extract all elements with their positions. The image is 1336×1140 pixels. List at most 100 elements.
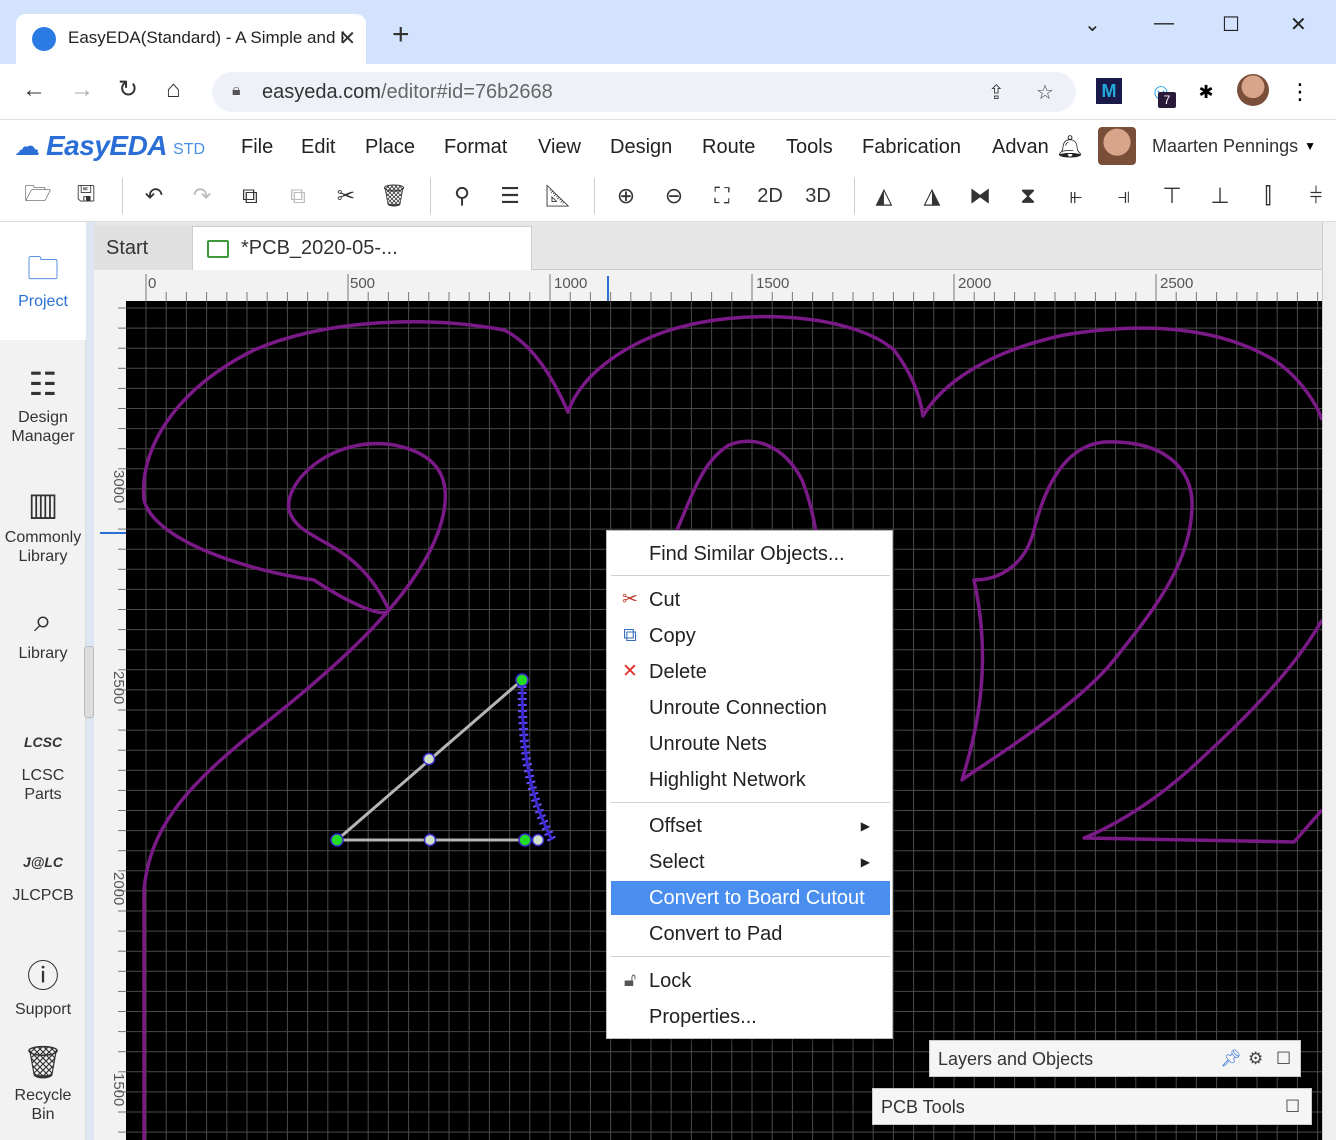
back-icon[interactable]: ← <box>22 78 46 102</box>
menu-item-find-similar[interactable]: Find Similar Objects... <box>611 537 890 571</box>
extension-ghost-icon[interactable]: ☺ 7 <box>1144 78 1178 108</box>
menu-item-cut[interactable]: ✂ Cut <box>611 583 890 617</box>
sidebar-item-project[interactable]: 🗀︎ Project <box>0 222 86 340</box>
view-2d-button[interactable]: 2D <box>752 178 788 214</box>
sidebar-item-design-manager[interactable]: ☷ Design Manager <box>0 364 86 446</box>
search-icon[interactable]: ⚲ <box>444 178 480 214</box>
cut-icon[interactable]: ✂ <box>328 178 364 214</box>
save-icon[interactable]: 🖫︎ <box>68 178 104 214</box>
close-window-icon[interactable]: ✕ <box>1290 12 1307 37</box>
redo-icon[interactable]: ↷ <box>184 178 220 214</box>
share-icon[interactable]: ⇪ <box>988 80 1005 105</box>
bookmark-star-icon[interactable]: ☆ <box>1036 80 1054 105</box>
menu-fabrication[interactable]: Fabrication <box>862 136 961 159</box>
vertex-handle[interactable] <box>518 833 532 847</box>
close-tab-icon[interactable]: ✕ <box>339 26 356 51</box>
align-bottom-icon[interactable]: ⊥ <box>1202 178 1238 214</box>
toolbar-divider <box>594 178 595 214</box>
menu-edit[interactable]: Edit <box>301 136 335 159</box>
flip-horizontal-icon[interactable]: ⧓ <box>962 178 998 214</box>
menu-item-convert-to-pad[interactable]: Convert to Pad <box>611 917 890 951</box>
menu-item-highlight-network[interactable]: Highlight Network <box>611 763 890 797</box>
menu-item-delete[interactable]: ✕ Delete <box>611 655 890 689</box>
new-tab-icon[interactable]: + <box>392 20 410 50</box>
open-folder-icon[interactable]: 🗁︎ <box>20 178 56 214</box>
menu-item-lock[interactable]: 🔓︎ Lock <box>611 964 890 998</box>
menu-item-select[interactable]: Select ▶ <box>611 845 890 879</box>
menu-tools[interactable]: Tools <box>786 136 833 159</box>
align-right-icon[interactable]: ⫣ <box>1106 178 1142 214</box>
fit-screen-icon[interactable]: ⛶ <box>704 178 740 214</box>
zoom-in-icon[interactable]: ⊕ <box>608 178 644 214</box>
forward-icon[interactable]: → <box>70 78 94 102</box>
sidebar-collapse-handle[interactable] <box>84 646 94 718</box>
tab-search-icon[interactable]: ⌄ <box>1084 12 1101 37</box>
vertex-handle[interactable] <box>515 673 529 687</box>
user-menu[interactable]: Maarten Pennings ▼ <box>1098 126 1316 166</box>
sidebar-item-commonly-library[interactable]: ▥ Commonly Library <box>0 484 86 566</box>
bell-icon[interactable]: 🔔︎ <box>1056 134 1084 160</box>
midpoint-handle[interactable] <box>422 752 436 766</box>
delete-icon[interactable]: 🗑︎ <box>376 178 412 214</box>
copy-icon: ⧉ <box>623 625 637 646</box>
zoom-out-icon[interactable]: ⊖ <box>656 178 692 214</box>
view-3d-button[interactable]: 3D <box>800 178 836 214</box>
list-icon: ☷ <box>28 366 58 402</box>
address-bar[interactable]: 🔒︎ easyeda.com/editor#id=76b2668 ⇪ ☆ <box>212 72 1076 112</box>
toolbar-divider <box>430 178 431 214</box>
delete-icon: ✕ <box>622 661 638 682</box>
align-center-vertical-icon[interactable]: ⫿ <box>1250 178 1286 214</box>
menu-item-offset[interactable]: Offset ▶ <box>611 809 890 843</box>
duplicate-icon[interactable]: ⧉ <box>232 178 268 214</box>
sidebar-item-library[interactable]: ⌕ Library <box>0 600 86 663</box>
align-left-icon[interactable]: ⫦ <box>1058 178 1094 214</box>
easyeda-logo[interactable]: ☁ EasyEDA STD <box>14 130 205 162</box>
maximize-panel-icon[interactable]: ☐ <box>1285 1097 1300 1117</box>
flip-vertical-icon[interactable]: ⧗ <box>1010 178 1046 214</box>
midpoint-handle[interactable] <box>531 833 545 847</box>
home-icon[interactable]: ⌂ <box>166 78 181 102</box>
minimize-icon[interactable]: — <box>1154 12 1174 35</box>
sidebar-item-support[interactable]: ⓘ Support <box>0 956 86 1019</box>
maximize-panel-icon[interactable]: ☐ <box>1276 1049 1291 1069</box>
browser-menu-icon[interactable]: ⋮ <box>1288 78 1312 106</box>
tab-pcb[interactable]: *PCB_2020-05-... <box>192 226 532 270</box>
menu-item-convert-to-board-cutout[interactable]: Convert to Board Cutout <box>611 881 890 915</box>
menu-view[interactable]: View <box>538 136 581 159</box>
align-top-icon[interactable]: ⊤ <box>1154 178 1190 214</box>
menu-item-copy[interactable]: ⧉ Copy <box>611 619 890 653</box>
paste-icon[interactable]: ⧉ <box>280 178 316 214</box>
profile-avatar-icon[interactable] <box>1236 74 1270 106</box>
maximize-icon[interactable]: ☐ <box>1222 12 1240 37</box>
pin-icon[interactable]: 📌︎ <box>1220 1049 1242 1069</box>
sidebar-item-lcsc-parts[interactable]: LCSC LCSC Parts <box>0 722 86 804</box>
menu-item-unroute-connection[interactable]: Unroute Connection <box>611 691 890 725</box>
menu-design[interactable]: Design <box>610 136 672 159</box>
sidebar-item-recycle-bin[interactable]: 🗑︎ Recycle Bin <box>0 1042 86 1124</box>
menu-item-properties[interactable]: Properties... <box>611 1000 890 1034</box>
undo-icon[interactable]: ↶ <box>136 178 172 214</box>
ruler-icon[interactable]: 📐︎ <box>540 178 576 214</box>
gear-icon[interactable]: ⚙ <box>1248 1049 1263 1069</box>
rotate-right-icon[interactable]: ◮ <box>914 178 950 214</box>
tab-start[interactable]: Start <box>94 226 192 270</box>
vertex-handle[interactable] <box>330 833 344 847</box>
extensions-puzzle-icon[interactable]: ✱ <box>1192 78 1220 106</box>
menu-item-unroute-nets[interactable]: Unroute Nets <box>611 727 890 761</box>
browser-tab[interactable]: EasyEDA(Standard) - A Simple and Powerfu… <box>16 14 366 64</box>
pcb-tools-panel[interactable]: PCB Tools ☐ <box>872 1088 1312 1125</box>
align-center-horizontal-icon[interactable]: ⫩ <box>1298 178 1334 214</box>
menu-format[interactable]: Format <box>444 136 507 159</box>
menu-route[interactable]: Route <box>702 136 755 159</box>
reload-icon[interactable]: ↻ <box>118 78 138 102</box>
layers-objects-panel[interactable]: Layers and Objects 📌︎ ⚙ ☐ <box>929 1040 1301 1077</box>
extension-m-icon[interactable]: M <box>1096 78 1122 104</box>
rotate-left-icon[interactable]: ◭ <box>866 178 902 214</box>
menu-file[interactable]: File <box>241 136 273 159</box>
find-list-icon[interactable]: ☰ <box>492 178 528 214</box>
sidebar-item-jlcpcb[interactable]: J@LC JLCPCB <box>0 842 86 905</box>
menu-place[interactable]: Place <box>365 136 415 159</box>
menu-advanced[interactable]: Advan <box>992 136 1054 159</box>
right-scrollbar[interactable] <box>1322 222 1336 1140</box>
midpoint-handle[interactable] <box>423 833 437 847</box>
